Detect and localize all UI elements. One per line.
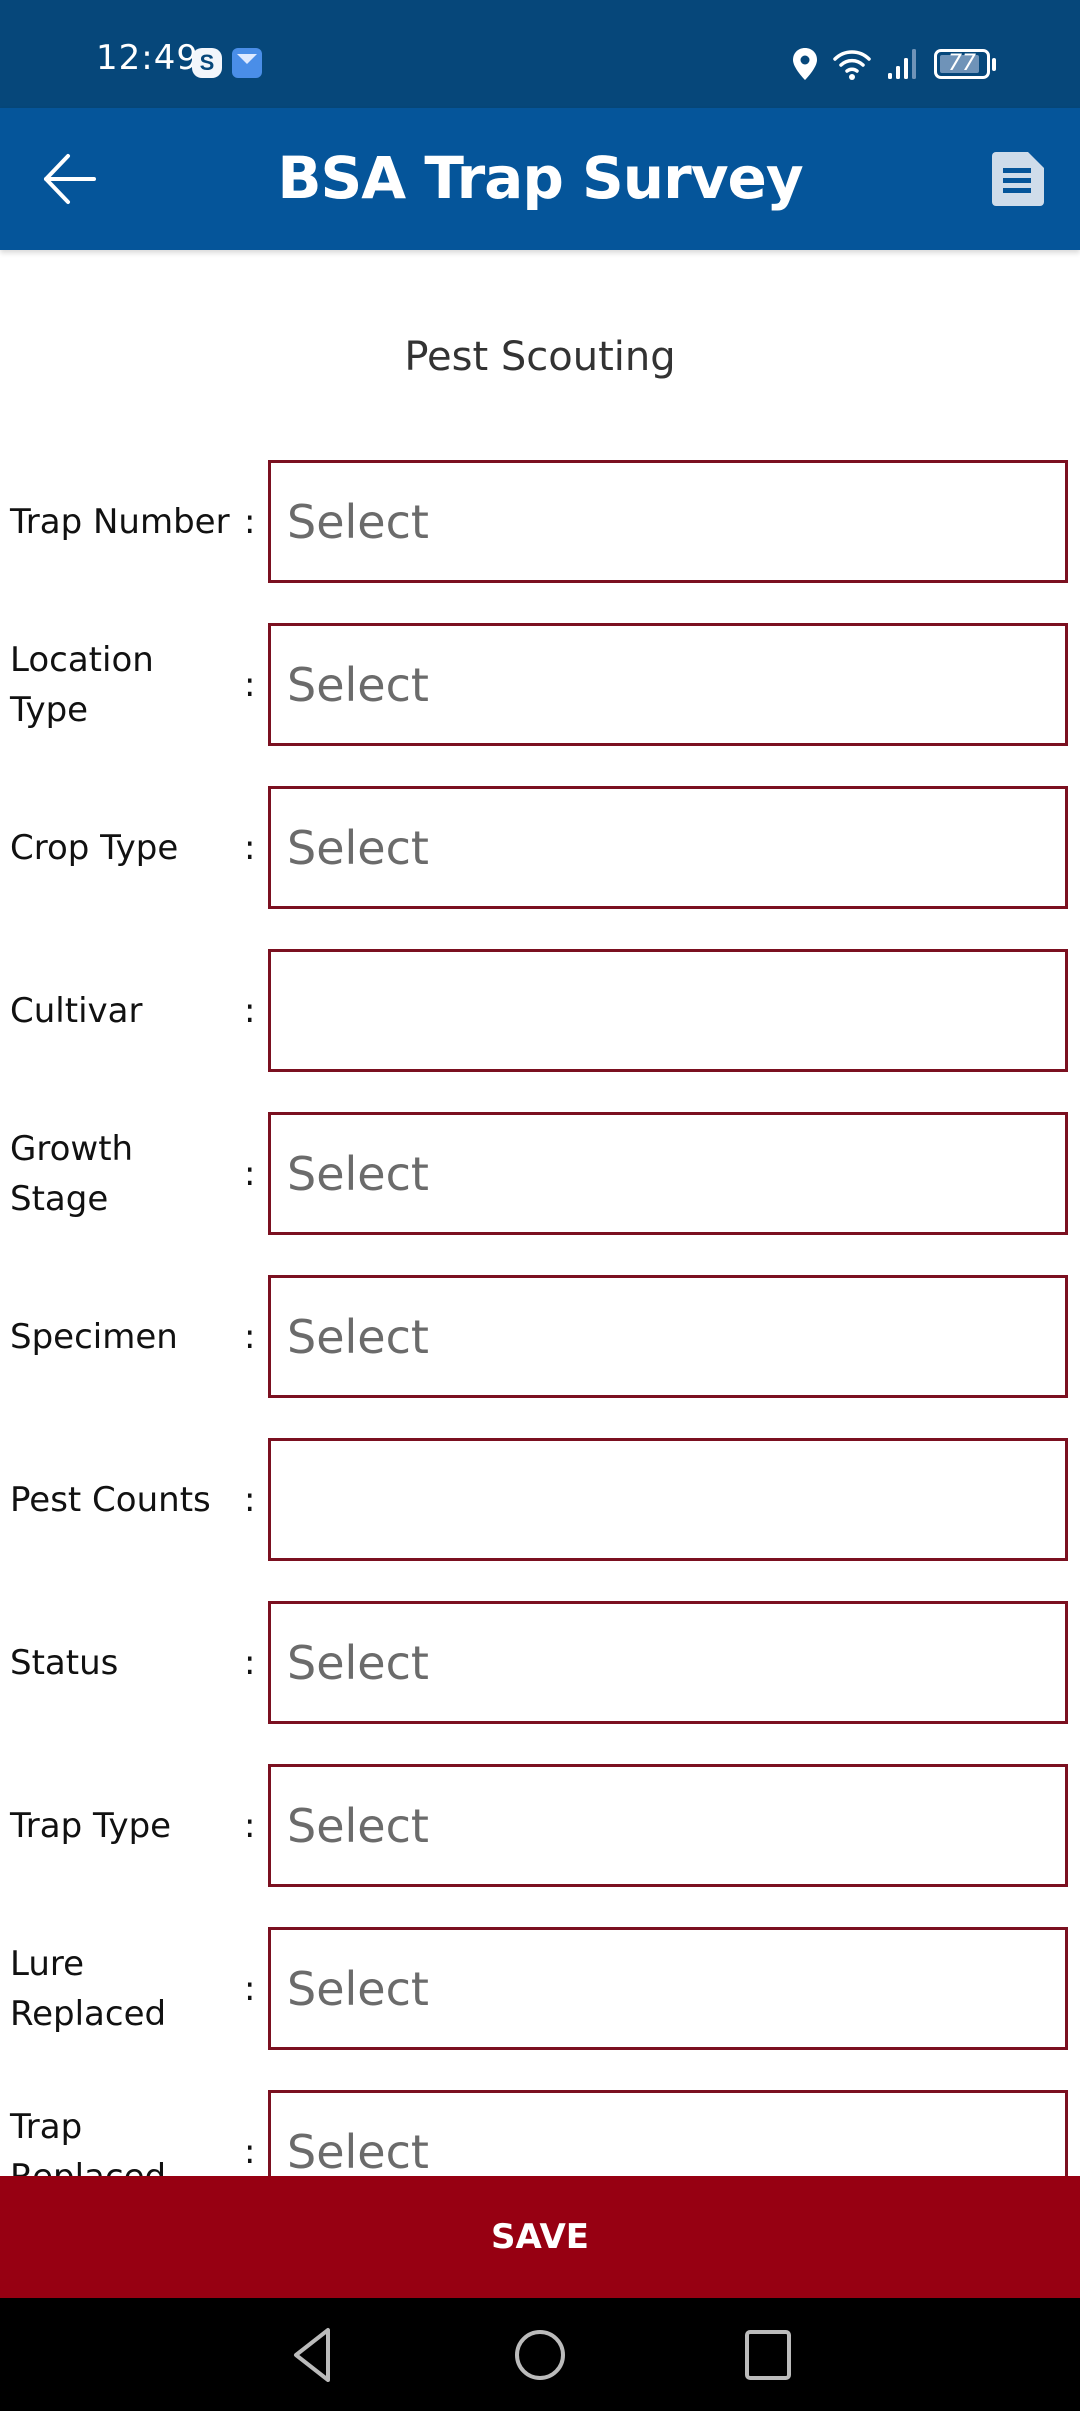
form-row-lure-replaced: Lure Replaced : Select	[0, 1927, 1080, 2050]
app-title: BSA Trap Survey	[277, 144, 803, 212]
status-bar: 12:49 S 77	[0, 0, 1080, 108]
field-label: Crop Type	[10, 827, 179, 868]
skype-icon: S	[192, 48, 222, 78]
battery-icon: 77	[934, 49, 996, 79]
form-row-pest-counts: Pest Counts :	[0, 1438, 1080, 1561]
label-separator: :	[244, 1805, 256, 1846]
label-separator: :	[244, 1968, 256, 2009]
save-button[interactable]: SAVE	[0, 2176, 1080, 2298]
form-row-trap-type: Trap Type : Select	[0, 1764, 1080, 1887]
status-select[interactable]: Select	[268, 1601, 1068, 1724]
label-separator: :	[244, 827, 256, 868]
growth-stage-select[interactable]: Select	[268, 1112, 1068, 1235]
nav-back-icon[interactable]	[278, 2322, 348, 2388]
field-label: Location Type	[10, 639, 154, 730]
location-type-select[interactable]: Select	[268, 623, 1068, 746]
field-label: Lure Replaced	[10, 1943, 167, 2034]
form-row-cultivar: Cultivar :	[0, 949, 1080, 1072]
battery-level: 77	[948, 51, 976, 76]
trap-number-select[interactable]: Select	[268, 460, 1068, 583]
location-icon	[793, 48, 817, 80]
system-icons: 77	[792, 44, 996, 84]
app-bar: BSA Trap Survey	[0, 108, 1080, 250]
label-separator: :	[244, 664, 256, 705]
field-label: Trap Type	[10, 1805, 172, 1846]
lure-replaced-select[interactable]: Select	[268, 1927, 1068, 2050]
form-row-location-type: Location Type : Select	[0, 623, 1080, 746]
label-separator: :	[244, 990, 256, 1031]
crop-type-select[interactable]: Select	[268, 786, 1068, 909]
status-time: 12:49	[96, 38, 199, 78]
label-separator: :	[244, 1479, 256, 1520]
field-label: Trap Number	[10, 501, 230, 542]
trap-type-select[interactable]: Select	[268, 1764, 1068, 1887]
cultivar-input[interactable]	[268, 949, 1068, 1072]
wifi-icon	[833, 50, 871, 80]
pest-counts-input[interactable]	[268, 1438, 1068, 1561]
specimen-select[interactable]: Select	[268, 1275, 1068, 1398]
field-label: Status	[10, 1642, 119, 1683]
section-title: Pest Scouting	[404, 334, 676, 380]
document-icon[interactable]	[992, 152, 1044, 206]
field-label: Specimen	[10, 1316, 178, 1357]
field-label: Growth Stage	[10, 1128, 134, 1219]
field-label: Pest Counts	[10, 1479, 211, 1520]
signal-icon	[888, 49, 916, 79]
nav-home-icon[interactable]	[505, 2322, 575, 2388]
field-label: Cultivar	[10, 990, 143, 1031]
label-separator: :	[244, 501, 256, 542]
nav-recents-icon[interactable]	[733, 2322, 803, 2388]
label-separator: :	[244, 1316, 256, 1357]
label-separator: :	[244, 1642, 256, 1683]
form-row-specimen: Specimen : Select	[0, 1275, 1080, 1398]
form-row-trap-number: Trap Number : Select	[0, 460, 1080, 583]
label-separator: :	[244, 1153, 256, 1194]
mail-icon	[232, 48, 262, 78]
form-row-status: Status : Select	[0, 1601, 1080, 1724]
form-row-crop-type: Crop Type : Select	[0, 786, 1080, 909]
form-row-growth-stage: Growth Stage : Select	[0, 1112, 1080, 1235]
system-nav-bar	[0, 2298, 1080, 2411]
